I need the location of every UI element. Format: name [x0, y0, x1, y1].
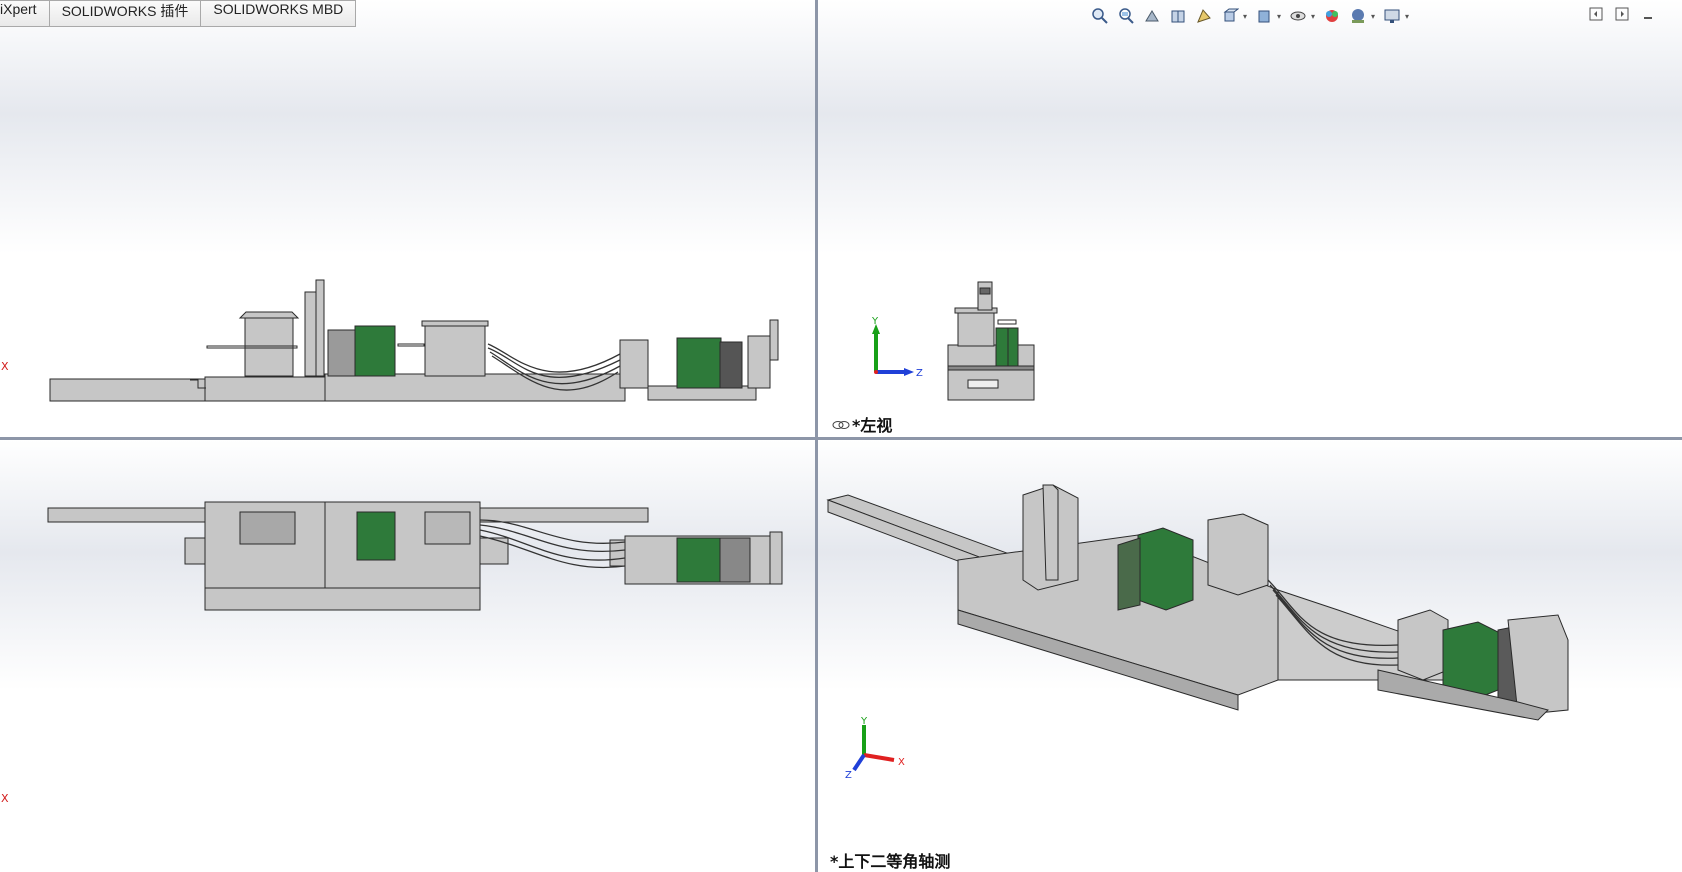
- viewport-top-view[interactable]: X: [0, 440, 815, 872]
- tab-ixpert[interactable]: iXpert: [0, 0, 50, 27]
- triad-z-label: Z: [916, 368, 923, 379]
- triad-y-label: Y: [871, 316, 879, 327]
- model-dimetric-view: Y X Z: [826, 484, 1569, 781]
- view-link-icon[interactable]: [832, 416, 850, 435]
- model-top-view: [47, 501, 783, 611]
- viewport-splitter-vertical[interactable]: [815, 0, 818, 872]
- tab-solidworks-mbd[interactable]: SOLIDWORKS MBD: [201, 0, 357, 27]
- viewport-front[interactable]: X: [0, 0, 815, 437]
- triad-z-label-dimetric: Z: [845, 770, 852, 781]
- view-label-dimetric: *上下二等角轴测: [830, 852, 951, 871]
- view-label-left: *左视: [852, 416, 893, 435]
- triad-y-label-dimetric: Y: [860, 716, 868, 727]
- model-left-view: Y Z: [871, 281, 1035, 401]
- triad-x-label-dimetric: X: [898, 757, 905, 768]
- x-axis-marker-bottom: X: [1, 792, 9, 805]
- model-front-view: [49, 279, 779, 402]
- viewport-left-view[interactable]: ▾ ▾ ▾ ▾ ▾ Y Z *左视: [818, 0, 1682, 437]
- viewport-splitter-horizontal[interactable]: [0, 437, 1682, 440]
- viewport-dimetric-view[interactable]: Y X Z *上下二等角轴测: [818, 440, 1682, 872]
- tab-solidworks-addins[interactable]: SOLIDWORKS 插件: [49, 0, 202, 27]
- command-manager-tabs: iXpert SOLIDWORKS 插件 SOLIDWORKS MBD: [0, 0, 357, 28]
- x-axis-marker: X: [1, 360, 9, 373]
